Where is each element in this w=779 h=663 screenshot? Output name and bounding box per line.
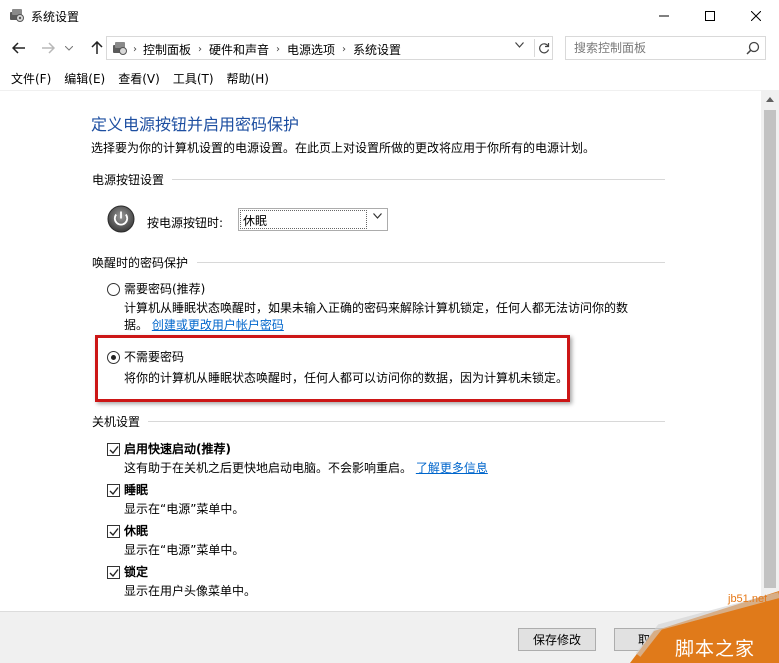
sleep-checkbox[interactable] xyxy=(107,484,120,497)
fast-startup-label[interactable]: 启用快速启动(推荐) xyxy=(124,440,231,457)
power-button-action-value: 休眠 xyxy=(240,210,367,229)
require-password-desc: 计算机从睡眠状态唤醒时，如果未输入正确的密码来解除计算机锁定，任何人都无法访问你… xyxy=(124,301,629,315)
breadcrumb: › 控制面板 › 硬件和声音 › 电源选项 › 系统设置 xyxy=(133,41,401,58)
chevron-right-icon[interactable]: › xyxy=(342,44,346,55)
sleep-desc: 显示在“电源”菜单中。 xyxy=(124,502,245,516)
checkmark-icon xyxy=(109,487,119,496)
menu-file[interactable]: 文件(F) xyxy=(5,67,57,90)
chevron-right-icon[interactable]: › xyxy=(198,44,202,55)
divider xyxy=(172,179,665,180)
sleep-label[interactable]: 睡眠 xyxy=(124,481,148,498)
navigation-bar: › 控制面板 › 硬件和声音 › 电源选项 › 系统设置 xyxy=(0,31,779,65)
address-dropdown-button[interactable] xyxy=(515,41,524,51)
page-description: 选择要为你的计算机设置的电源设置。在此页上对设置所做的更改将应用于你所有的电源计… xyxy=(91,141,596,155)
menu-tools[interactable]: 工具(T) xyxy=(167,67,220,90)
menu-view[interactable]: 查看(V) xyxy=(112,67,166,90)
hibernate-desc: 显示在“电源”菜单中。 xyxy=(124,543,245,557)
search-input[interactable] xyxy=(567,38,742,58)
require-password-label[interactable]: 需要密码(推荐) xyxy=(124,280,205,297)
chevron-down-icon xyxy=(515,42,524,48)
chevron-down-icon xyxy=(766,600,774,605)
vertical-scrollbar[interactable] xyxy=(761,91,779,611)
checkmark-icon xyxy=(109,528,119,537)
breadcrumb-power-options[interactable]: 电源选项 xyxy=(287,41,335,58)
minimize-button[interactable] xyxy=(641,0,687,31)
forward-button[interactable] xyxy=(37,37,59,59)
no-password-label[interactable]: 不需要密码 xyxy=(124,348,184,365)
lock-desc: 显示在用户头像菜单中。 xyxy=(124,584,257,598)
chevron-down-icon xyxy=(373,213,382,219)
lock-label[interactable]: 锁定 xyxy=(124,563,148,580)
lock-checkbox[interactable] xyxy=(107,566,120,579)
divider xyxy=(197,262,665,263)
learn-more-link[interactable]: 了解更多信息 xyxy=(416,461,488,475)
require-password-desc-end: 据。 xyxy=(124,318,149,332)
menu-bar: 文件(F) 编辑(E) 查看(V) 工具(T) 帮助(H) xyxy=(0,67,779,91)
button-bar: 保存修改 取 xyxy=(0,611,779,663)
back-button[interactable] xyxy=(8,37,30,59)
save-button[interactable]: 保存修改 xyxy=(518,628,596,651)
scroll-thumb[interactable] xyxy=(764,110,776,588)
page-title: 定义电源按钮并启用密码保护 xyxy=(91,115,300,134)
recent-locations-button[interactable] xyxy=(62,37,76,59)
arrow-right-icon xyxy=(42,42,55,54)
breadcrumb-system-settings[interactable]: 系统设置 xyxy=(353,41,401,58)
power-button-group-title: 电源按钮设置 xyxy=(92,173,165,187)
no-password-radio[interactable] xyxy=(107,351,120,364)
content-area: 定义电源按钮并启用密码保护 选择要为你的计算机设置的电源设置。在此页上对设置所做… xyxy=(0,91,761,611)
maximize-icon xyxy=(705,10,715,21)
create-password-link[interactable]: 创建或更改用户帐户密码 xyxy=(152,318,284,332)
checkmark-icon xyxy=(109,569,119,578)
refresh-icon xyxy=(538,43,549,54)
require-password-desc-cont: 据。 创建或更改用户帐户密码 xyxy=(124,316,284,333)
hibernate-label[interactable]: 休眠 xyxy=(124,522,148,539)
close-icon xyxy=(751,10,761,21)
close-button[interactable] xyxy=(733,0,779,31)
control-panel-icon xyxy=(113,42,127,55)
power-button-label: 按电源按钮时: xyxy=(147,216,224,230)
no-password-desc: 将你的计算机从睡眠状态唤醒时，任何人都可以访问你的数据，因为计算机未锁定。 xyxy=(124,371,569,385)
arrow-left-icon xyxy=(12,42,25,54)
fast-startup-desc-row: 这有助于在关机之后更快地启动电脑。不会影响重启。 了解更多信息 xyxy=(124,459,488,476)
require-password-radio[interactable] xyxy=(107,283,120,296)
scroll-down-button[interactable] xyxy=(761,594,779,611)
chevron-right-icon[interactable]: › xyxy=(276,44,280,55)
window-title: 系统设置 xyxy=(31,10,80,24)
refresh-button[interactable] xyxy=(534,39,552,57)
menu-edit[interactable]: 编辑(E) xyxy=(58,67,111,90)
breadcrumb-hardware-sound[interactable]: 硬件和声音 xyxy=(209,41,269,58)
hibernate-checkbox[interactable] xyxy=(107,525,120,538)
chevron-right-icon[interactable]: › xyxy=(133,44,137,55)
chevron-up-icon xyxy=(766,97,774,102)
divider xyxy=(148,421,665,422)
shutdown-group-title: 关机设置 xyxy=(92,415,141,429)
menu-help[interactable]: 帮助(H) xyxy=(221,67,275,90)
arrow-up-icon xyxy=(91,41,103,54)
scroll-up-button[interactable] xyxy=(761,91,779,108)
title-bar: 系统设置 xyxy=(0,0,779,31)
chevron-down-icon xyxy=(65,45,73,51)
power-button-action-select[interactable]: 休眠 xyxy=(238,208,388,231)
breadcrumb-control-panel[interactable]: 控制面板 xyxy=(143,41,191,58)
search-box[interactable] xyxy=(565,36,766,60)
system-settings-icon xyxy=(10,9,24,22)
up-button[interactable] xyxy=(86,37,108,59)
fast-startup-checkbox[interactable] xyxy=(107,443,120,456)
search-icon[interactable] xyxy=(746,41,760,55)
fast-startup-desc: 这有助于在关机之后更快地启动电脑。不会影响重启。 xyxy=(124,461,413,475)
checkmark-icon xyxy=(109,446,119,455)
power-icon xyxy=(107,205,135,233)
minimize-icon xyxy=(659,15,669,16)
address-bar[interactable]: › 控制面板 › 硬件和声音 › 电源选项 › 系统设置 xyxy=(106,36,553,60)
cancel-button[interactable]: 取 xyxy=(614,628,674,651)
maximize-button[interactable] xyxy=(687,0,733,31)
wake-password-group-title: 唤醒时的密码保护 xyxy=(92,256,189,270)
